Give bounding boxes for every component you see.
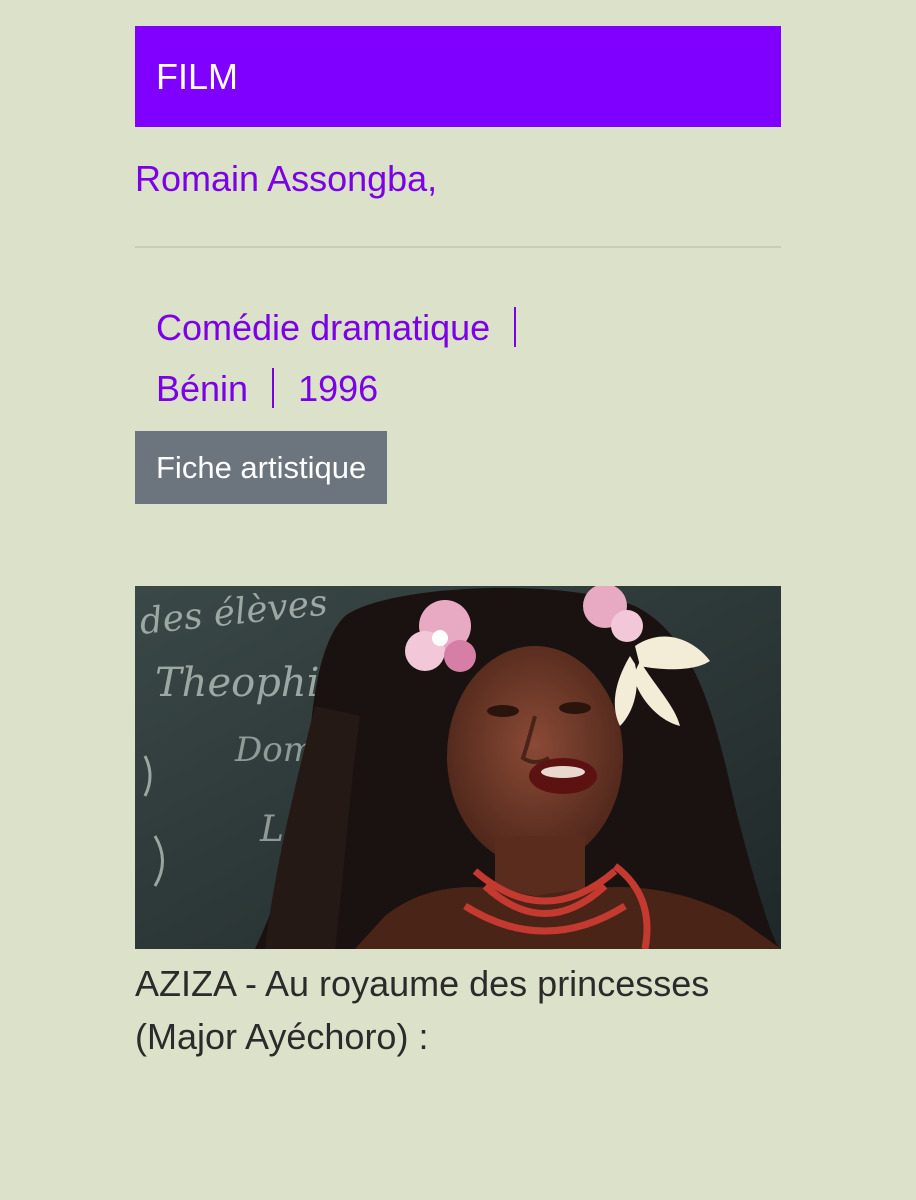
divider xyxy=(135,246,781,248)
chalk-text: Theophi xyxy=(155,660,319,706)
film-caption: AZIZA - Au royaume des princesses (Major… xyxy=(135,963,710,1057)
country-link[interactable]: Bénin xyxy=(156,368,248,409)
meta-separator xyxy=(514,307,517,347)
film-page: FILM Romain Assongba, Comédie dramatique… xyxy=(135,26,781,1063)
chalk-text: L xyxy=(259,809,284,850)
year-link[interactable]: 1996 xyxy=(298,368,378,409)
category-banner: FILM xyxy=(135,26,781,127)
fiche-artistique-button[interactable]: Fiche artistique xyxy=(135,431,388,504)
genre-link[interactable]: Comédie dramatique xyxy=(156,307,490,348)
film-meta: Comédie dramatique Bénin 1996 xyxy=(135,297,781,419)
meta-separator xyxy=(272,368,275,408)
director-link[interactable]: Romain Assongba, xyxy=(135,157,781,201)
category-title: FILM xyxy=(156,56,239,97)
film-still-image[interactable]: des élèves Theophi Dom L xyxy=(135,586,781,949)
film-still-illustration: des élèves Theophi Dom L xyxy=(135,586,781,949)
